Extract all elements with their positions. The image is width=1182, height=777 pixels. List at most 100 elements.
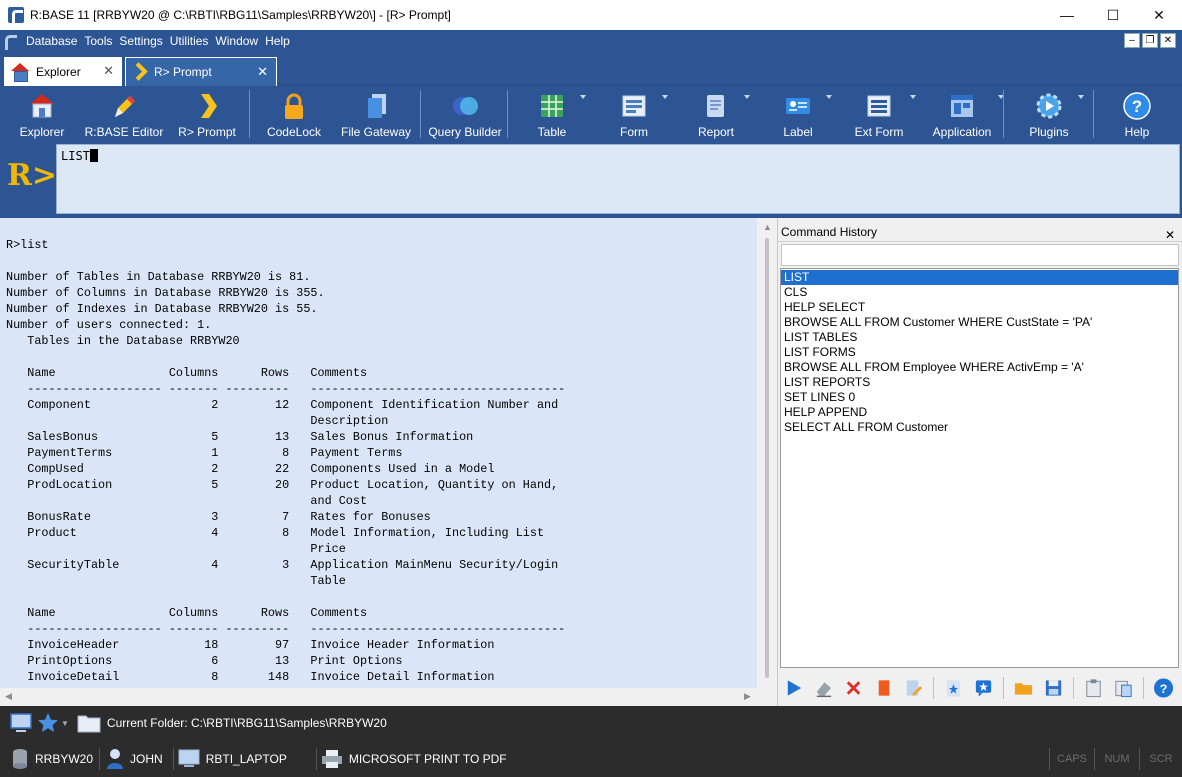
table-button[interactable]: Table bbox=[526, 86, 586, 142]
toolbar-separator bbox=[507, 90, 508, 138]
rbase-editor-button[interactable]: R:BASE Editor bbox=[84, 86, 164, 142]
document-tabs: Explorer ✕ R> Prompt ✕ bbox=[0, 52, 1182, 86]
rbase-logo-icon[interactable] bbox=[3, 33, 19, 50]
output-vertical-scrollbar[interactable]: ▲ bbox=[757, 218, 777, 706]
current-folder-label: Current Folder: C:\RBTI\RBG11\Samples\RR… bbox=[106, 716, 387, 730]
scroll-right-arrow-icon[interactable]: ▶ bbox=[744, 691, 751, 702]
minimize-button[interactable]: — bbox=[1044, 0, 1090, 30]
run-icon[interactable] bbox=[783, 677, 804, 699]
history-item[interactable]: HELP APPEND bbox=[781, 405, 1178, 420]
menu-utilities[interactable]: Utilities bbox=[168, 34, 214, 48]
tab-explorer[interactable]: Explorer ✕ bbox=[4, 57, 122, 86]
history-list[interactable]: LIST CLS HELP SELECT BROWSE ALL FROM Custom… bbox=[780, 268, 1179, 668]
tab-explorer-close-icon[interactable]: ✕ bbox=[103, 63, 114, 79]
toolbar-separator bbox=[1003, 677, 1005, 699]
report-button[interactable]: Report bbox=[690, 86, 750, 142]
prompt-label: R> bbox=[7, 158, 58, 193]
chevron-down-icon[interactable]: ▼ bbox=[61, 719, 69, 728]
house-icon bbox=[10, 62, 30, 82]
chevron-right-icon bbox=[132, 63, 146, 81]
query-builder-button[interactable]: Query Builder bbox=[426, 86, 504, 142]
gear-play-icon bbox=[1036, 93, 1062, 119]
toolbar-separator bbox=[1143, 677, 1144, 699]
computer-icon[interactable] bbox=[9, 712, 33, 734]
application-button[interactable]: Application bbox=[928, 86, 1004, 142]
star-icon[interactable] bbox=[37, 712, 59, 734]
history-item[interactable]: LIST TABLES bbox=[781, 330, 1178, 345]
toolbar-separator bbox=[1073, 677, 1074, 699]
mdi-close-button[interactable]: ✕ bbox=[1160, 33, 1176, 48]
tab-r-prompt[interactable]: R> Prompt ✕ bbox=[125, 57, 277, 86]
edit-file-icon[interactable] bbox=[903, 677, 924, 699]
mdi-minimize-button[interactable]: – bbox=[1124, 33, 1140, 48]
history-filter-input[interactable] bbox=[781, 244, 1179, 266]
menu-window[interactable]: Window bbox=[213, 34, 263, 48]
file-gateway-button[interactable]: File Gateway bbox=[340, 86, 412, 142]
padlock-icon bbox=[285, 93, 303, 119]
menu-settings[interactable]: Settings bbox=[117, 34, 167, 48]
paste-icon[interactable] bbox=[1113, 677, 1134, 699]
toolbar-separator bbox=[1003, 90, 1004, 138]
history-item[interactable]: LIST REPORTS bbox=[781, 375, 1178, 390]
toolbar-separator bbox=[420, 90, 421, 138]
form-button[interactable]: Form bbox=[608, 86, 668, 142]
output-horizontal-scrollbar[interactable]: ◀ ▶ bbox=[0, 688, 757, 706]
printer-icon bbox=[321, 749, 342, 768]
command-input-text: LIST bbox=[61, 149, 90, 163]
output-pane[interactable]: R>list Number of Tables in Database RRBY… bbox=[0, 218, 757, 688]
plugins-button[interactable]: Plugins bbox=[1022, 86, 1084, 142]
user-icon bbox=[107, 748, 124, 769]
eraser-icon[interactable] bbox=[813, 677, 834, 699]
history-item[interactable]: LIST FORMS bbox=[781, 345, 1178, 360]
folder-status-bar: ▼ Current Folder: C:\RBTI\RBG11\Samples\… bbox=[0, 706, 1182, 740]
house-icon bbox=[30, 94, 54, 118]
delete-icon[interactable] bbox=[843, 677, 864, 699]
folder-icon[interactable] bbox=[77, 713, 101, 733]
r-prompt-button[interactable]: R> Prompt bbox=[174, 86, 240, 142]
help-button[interactable]: ? Help bbox=[1112, 86, 1162, 142]
explorer-button[interactable]: Explorer bbox=[14, 86, 70, 142]
tab-r-prompt-close-icon[interactable]: ✕ bbox=[257, 64, 268, 80]
chevron-down-icon bbox=[662, 95, 668, 99]
mdi-restore-button[interactable]: ❐ bbox=[1142, 33, 1158, 48]
clipboard-icon[interactable] bbox=[1083, 677, 1104, 699]
ext-form-button[interactable]: Ext Form bbox=[850, 86, 916, 142]
label-button[interactable]: Label bbox=[772, 86, 832, 142]
history-close-icon[interactable]: ✕ bbox=[1165, 228, 1175, 242]
history-item[interactable]: BROWSE ALL FROM Customer WHERE CustState… bbox=[781, 315, 1178, 330]
history-item[interactable]: CLS bbox=[781, 285, 1178, 300]
window-title: R:BASE 11 [RRBYW20 @ C:\RBTI\RBG11\Sampl… bbox=[30, 8, 451, 22]
scrollbar-thumb[interactable] bbox=[765, 238, 769, 678]
user-name: JOHN bbox=[130, 751, 163, 766]
command-history-title: Command History bbox=[781, 224, 878, 239]
menu-help[interactable]: Help bbox=[263, 34, 295, 48]
tab-explorer-label: Explorer bbox=[36, 64, 81, 79]
save-icon[interactable] bbox=[1043, 677, 1064, 699]
scroll-left-arrow-icon[interactable]: ◀ bbox=[5, 691, 12, 702]
history-item[interactable]: SELECT ALL FROM Customer bbox=[781, 420, 1178, 435]
menu-database[interactable]: Database bbox=[24, 34, 82, 48]
history-item[interactable]: SET LINES 0 bbox=[781, 390, 1178, 405]
chevron-right-icon bbox=[201, 94, 217, 118]
status-separator bbox=[99, 747, 101, 770]
command-input[interactable]: LIST bbox=[56, 144, 1180, 214]
history-item[interactable]: BROWSE ALL FROM Employee WHERE ActivEmp … bbox=[781, 360, 1178, 375]
open-folder-icon[interactable] bbox=[1013, 677, 1034, 699]
maximize-button[interactable]: ☐ bbox=[1090, 0, 1136, 30]
close-button[interactable]: ✕ bbox=[1136, 0, 1182, 30]
codelock-button[interactable]: CodeLock bbox=[262, 86, 326, 142]
tab-r-prompt-label: R> Prompt bbox=[154, 65, 212, 79]
menu-tools[interactable]: Tools bbox=[82, 34, 117, 48]
command-history-panel: Command History ✕ LIST CLS HELP SELECT BROW… bbox=[777, 218, 1182, 706]
history-item[interactable]: LIST bbox=[781, 270, 1178, 285]
clear-all-icon[interactable] bbox=[873, 677, 894, 699]
favorite-file-icon[interactable] bbox=[943, 677, 964, 699]
scroll-up-arrow-icon[interactable]: ▲ bbox=[763, 222, 772, 232]
favorite-comment-icon[interactable] bbox=[973, 677, 994, 699]
computer-name: RBTI_LAPTOP bbox=[205, 751, 287, 766]
computer-icon bbox=[178, 749, 200, 767]
history-item[interactable]: HELP SELECT bbox=[781, 300, 1178, 315]
num-lock-indicator: NUM bbox=[1104, 752, 1130, 765]
help-icon[interactable]: ? bbox=[1153, 677, 1174, 699]
svg-text:?: ? bbox=[1132, 97, 1142, 116]
